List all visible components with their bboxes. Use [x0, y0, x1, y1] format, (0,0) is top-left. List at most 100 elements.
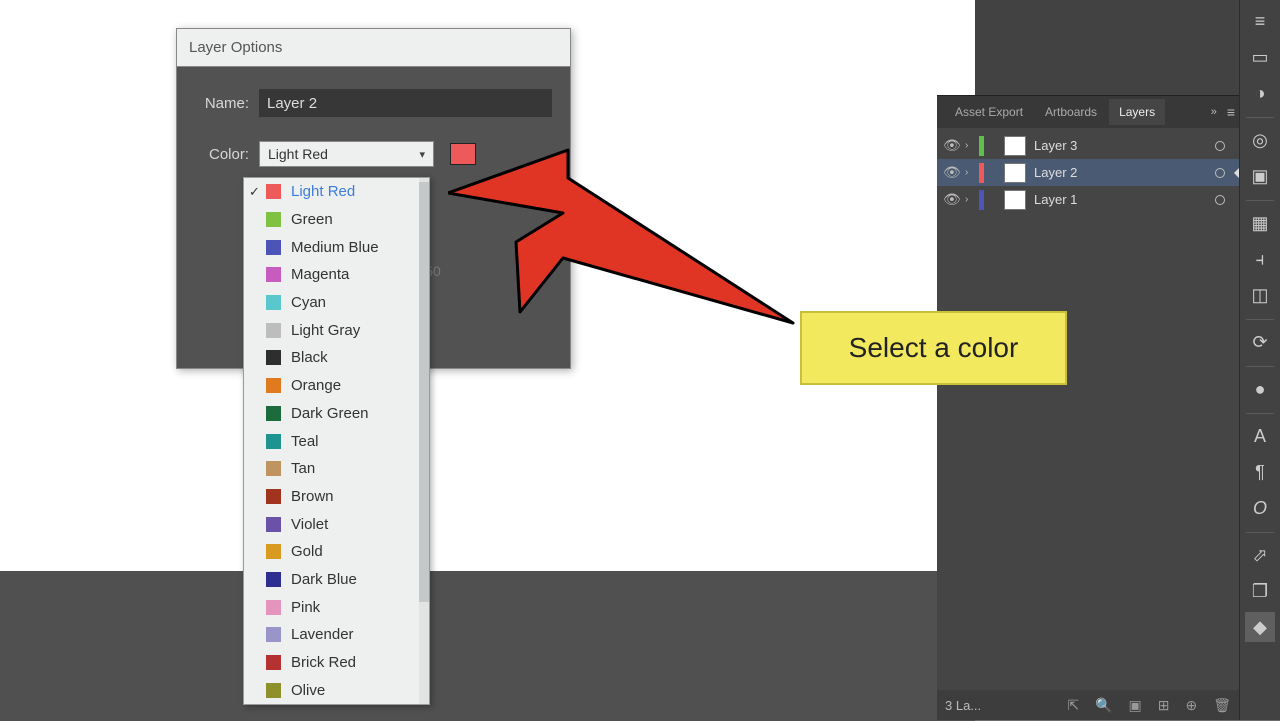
expand-arrow-icon[interactable]: ›: [965, 167, 971, 178]
visibility-eye-icon[interactable]: 👁: [943, 137, 957, 154]
expand-arrow-icon[interactable]: ›: [965, 194, 971, 205]
color-option[interactable]: Magenta: [244, 261, 429, 289]
menu-icon[interactable]: ≡: [1245, 6, 1275, 36]
new-layer-icon[interactable]: ⊕: [1185, 697, 1197, 714]
color-option[interactable]: Medium Blue: [244, 233, 429, 261]
expand-arrow-icon[interactable]: ›: [965, 140, 971, 151]
collapse-panel-icon[interactable]: »: [1211, 106, 1217, 118]
panel-boxes-icon[interactable]: ▣: [1245, 161, 1275, 191]
popout-icon[interactable]: ⬀: [1245, 540, 1275, 570]
target-circle-icon[interactable]: [1215, 195, 1225, 205]
color-swatch: [266, 406, 281, 421]
color-option[interactable]: Brick Red: [244, 649, 429, 677]
color-option[interactable]: Olive: [244, 676, 429, 704]
visibility-eye-icon[interactable]: 👁: [943, 164, 957, 181]
color-option[interactable]: Lavender: [244, 621, 429, 649]
color-select[interactable]: Light Red ▾: [259, 141, 434, 167]
pathfinder-icon[interactable]: ◫: [1245, 280, 1275, 310]
clip-mask-icon[interactable]: ▣: [1129, 697, 1142, 714]
color-option-label: Violet: [291, 516, 423, 533]
panel-menu-icon[interactable]: ≡: [1227, 104, 1235, 120]
color-swatch: [266, 600, 281, 615]
color-option-label: Brick Red: [291, 654, 423, 671]
color-swatch: [266, 240, 281, 255]
layer-color-bar: [979, 190, 984, 210]
color-option[interactable]: Brown: [244, 483, 429, 511]
color-label: Color:: [195, 146, 249, 163]
color-swatch: [266, 184, 281, 199]
color-swatch: [266, 378, 281, 393]
color-option-label: Tan: [291, 460, 423, 477]
color-option[interactable]: Cyan: [244, 289, 429, 317]
color-option-label: Pink: [291, 599, 423, 616]
type-char-icon[interactable]: A: [1245, 421, 1275, 451]
color-option[interactable]: ✓Light Red: [244, 178, 429, 206]
color-swatch: [266, 572, 281, 587]
color-option-label: Light Gray: [291, 322, 423, 339]
color-option-label: Cyan: [291, 294, 423, 311]
color-option-label: Orange: [291, 377, 423, 394]
artboards-icon[interactable]: ❐: [1245, 576, 1275, 606]
grid-icon[interactable]: ▦: [1245, 208, 1275, 238]
color-option[interactable]: Tan: [244, 455, 429, 483]
annotation-callout: Select a color: [800, 311, 1067, 385]
color-option[interactable]: Pink: [244, 593, 429, 621]
layers-icon[interactable]: ◆: [1245, 612, 1275, 642]
align-icon[interactable]: ⫞: [1245, 244, 1275, 274]
tab-asset-export[interactable]: Asset Export: [945, 99, 1033, 125]
layer-color-bar: [979, 163, 984, 183]
spray-icon[interactable]: ●: [1245, 374, 1275, 404]
delete-layer-icon[interactable]: 🗑: [1213, 697, 1231, 714]
glyphs-icon[interactable]: O: [1245, 493, 1275, 523]
layer-thumbnail: [1004, 190, 1026, 210]
color-option[interactable]: Orange: [244, 372, 429, 400]
layer-row[interactable]: 👁›Layer 1: [937, 186, 1239, 213]
color-dropdown[interactable]: ✓Light RedGreenMedium Blue Magenta Cyan Lig…: [243, 177, 430, 705]
layers-list: 👁›Layer 3👁›Layer 2👁›Layer 1: [937, 128, 1239, 217]
color-swatch: [266, 295, 281, 310]
tab-artboards[interactable]: Artboards: [1035, 99, 1107, 125]
rect-tool-icon[interactable]: ▭: [1245, 42, 1275, 72]
layer-thumbnail: [1004, 136, 1026, 156]
target-circle-icon[interactable]: [1215, 141, 1225, 151]
color-option-label: Magenta: [291, 266, 423, 283]
color-option[interactable]: Violet: [244, 510, 429, 538]
layer-row[interactable]: 👁 › Layer 3: [937, 132, 1239, 159]
color-option[interactable]: Dark Blue: [244, 566, 429, 594]
check-icon: ✓: [249, 184, 260, 200]
color-swatch: [266, 461, 281, 476]
gradient-icon[interactable]: ◑: [1245, 78, 1275, 108]
color-option[interactable]: Dark Green: [244, 400, 429, 428]
paragraph-icon[interactable]: ¶: [1245, 457, 1275, 487]
color-option-label: Teal: [291, 433, 423, 450]
new-sublayer-icon[interactable]: ⊞: [1158, 697, 1170, 714]
side-icon-strip: ≡ ▭ ◑ ◎ ▣ ▦ ⫞ ◫ ⟳ ● A ¶ O ⬀ ❐ ◆: [1239, 0, 1280, 720]
color-option[interactable]: Teal: [244, 427, 429, 455]
color-option-label: Olive: [291, 682, 423, 699]
color-option-label: Dark Green: [291, 405, 423, 422]
layer-row[interactable]: 👁 › Layer 2: [937, 159, 1239, 186]
color-select-value: Light Red: [268, 146, 419, 162]
layer-name-input[interactable]: [259, 89, 552, 117]
rotate-icon[interactable]: ⟳: [1245, 327, 1275, 357]
color-option[interactable]: Light Gray: [244, 316, 429, 344]
target-circle-icon[interactable]: [1215, 168, 1225, 178]
color-swatch: [266, 323, 281, 338]
search-icon[interactable]: 🔍: [1095, 697, 1112, 714]
selected-color-swatch[interactable]: [450, 143, 476, 165]
name-label: Name:: [195, 95, 249, 112]
color-option[interactable]: Black: [244, 344, 429, 372]
color-swatch: [266, 212, 281, 227]
tab-layers[interactable]: Layers: [1109, 99, 1165, 125]
color-option[interactable]: Gold: [244, 538, 429, 566]
layer-name-label: Layer 3: [1034, 138, 1077, 153]
color-swatch: [266, 350, 281, 365]
color-swatch: [266, 434, 281, 449]
export-icon[interactable]: ⇱: [1067, 697, 1079, 714]
layers-panel: Asset Export Artboards Layers » ≡ 👁 › Laye…: [937, 95, 1239, 720]
layer-name-label: Layer 2: [1034, 165, 1077, 180]
color-option[interactable]: Green: [244, 206, 429, 234]
visibility-eye-icon[interactable]: 👁: [943, 191, 957, 208]
color-option-label: Lavender: [291, 626, 423, 643]
circle-target-icon[interactable]: ◎: [1245, 125, 1275, 155]
